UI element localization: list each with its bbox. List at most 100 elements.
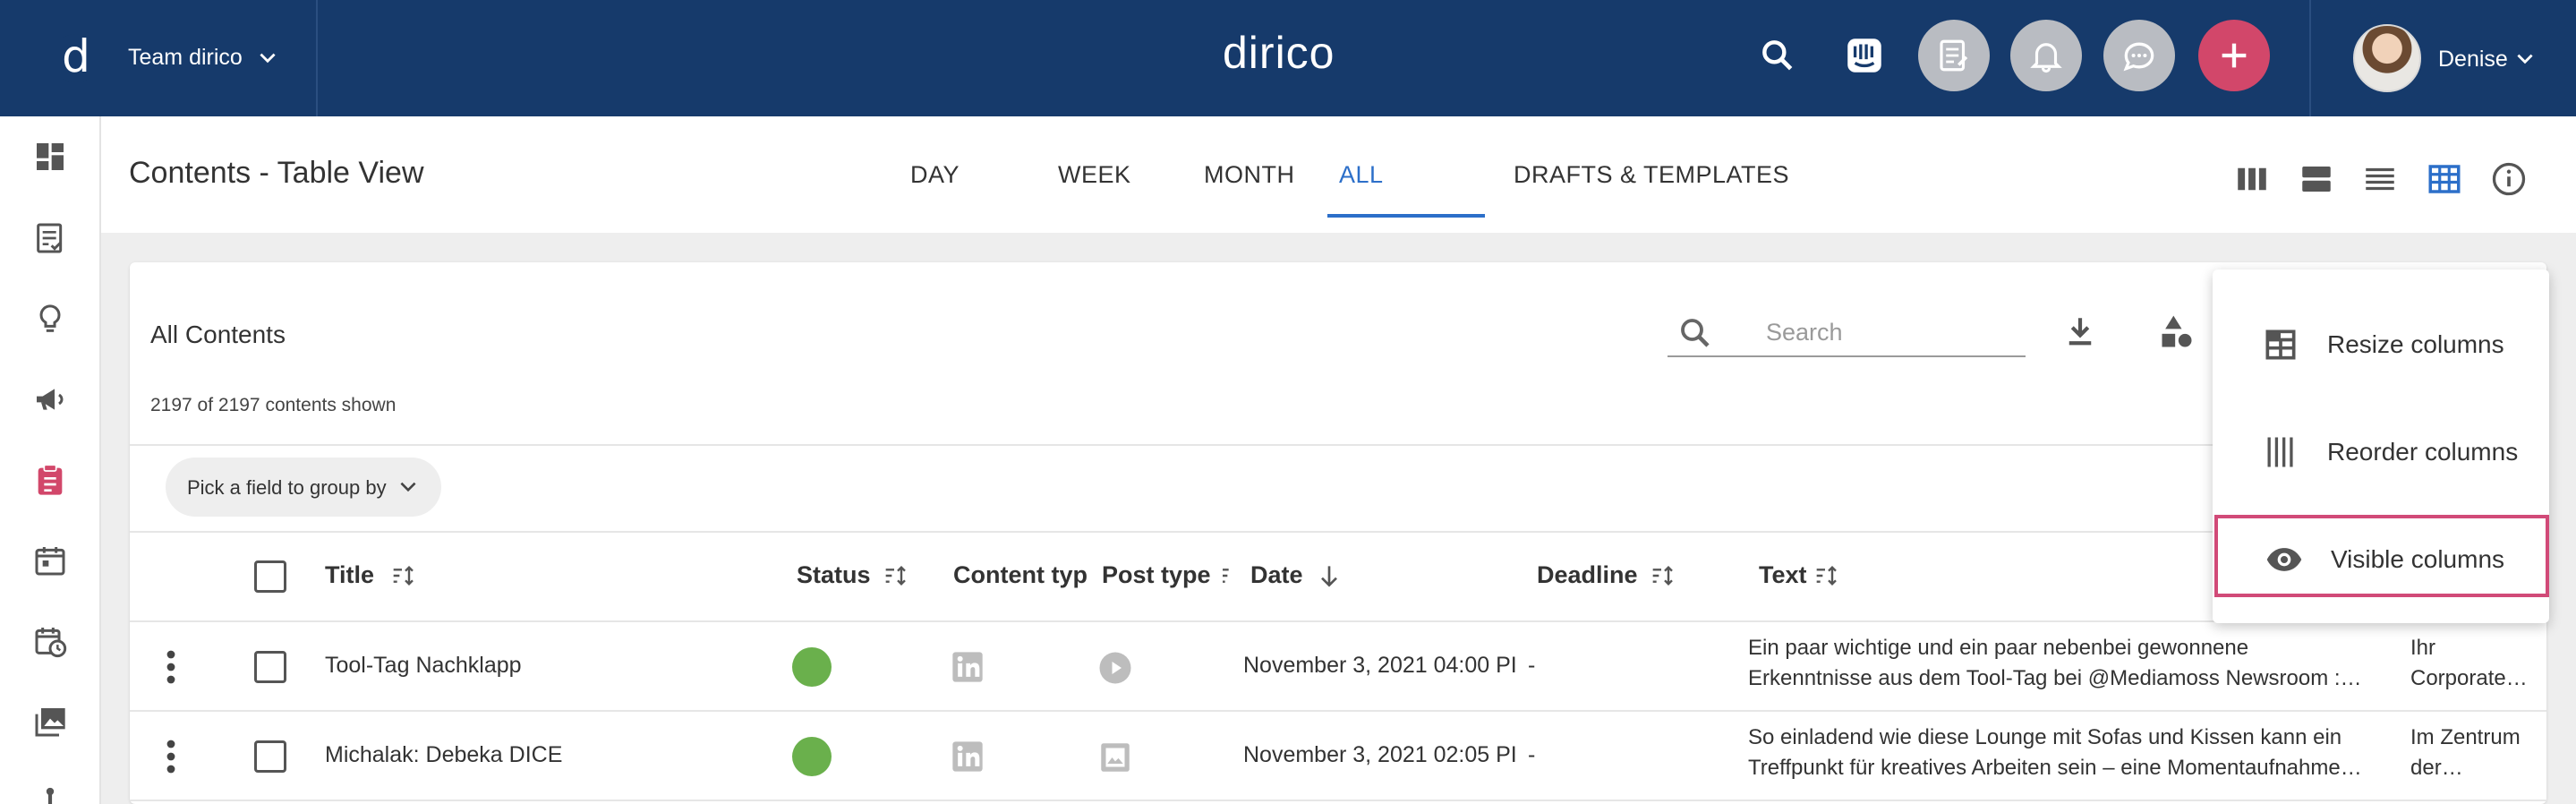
row-extra-line: der… [2410,756,2463,780]
column-options-menu: Resize columns Reorder columns Visible c… [2213,269,2549,623]
search-icon [1762,40,1793,71]
contents-count: 2197 of 2197 contents shown [150,395,397,415]
sidebar-item-calendar[interactable] [29,539,72,582]
column-view-button[interactable] [2232,159,2272,199]
notes-button[interactable] [1918,20,1990,91]
column-header-content-type[interactable]: Content typ [953,561,1088,589]
column-header-deadline[interactable]: Deadline [1537,561,1638,589]
menu-item-resize-columns[interactable]: Resize columns [2213,296,2549,386]
linkedin-icon [952,741,983,772]
divider [130,710,2546,712]
eye-icon [2266,548,2302,571]
tab-drafts-templates[interactable]: DRAFTS & TEMPLATES [1514,161,1789,189]
row-date: November 3, 2021 02:05 PI [1243,742,1517,767]
avatar[interactable] [2353,24,2421,92]
sidebar-item-tasks[interactable] [29,458,72,501]
plus-icon [2222,43,2247,68]
intercom-button[interactable] [1829,20,1900,91]
list-view-button[interactable] [2360,159,2400,199]
user-name[interactable]: Denise [2438,47,2508,73]
table-view-button[interactable] [2425,159,2464,199]
intercom-icon [1847,38,1881,73]
tab-day[interactable]: DAY [910,161,960,189]
sidebar-item-ideas[interactable] [29,297,72,340]
column-header-text[interactable]: Text [1759,561,1807,589]
row-title[interactable]: Tool-Tag Nachklapp [325,653,522,679]
lightbulb-icon [39,304,61,332]
sort-icon[interactable] [389,561,422,590]
clipboard-icon [38,464,63,495]
content-types-button[interactable] [2154,310,2199,355]
logo: d [52,34,100,82]
chat-button[interactable] [2103,20,2175,91]
arrow-down-icon[interactable] [1313,561,1345,590]
team-name: Team dirico [128,45,243,70]
add-content-button[interactable] [2198,20,2270,91]
row-title[interactable]: Michalak: Debeka DICE [325,742,562,768]
sidebar-item-more[interactable] [29,770,72,804]
menu-item-label: Visible columns [2331,545,2505,573]
column-header-post-type[interactable]: Post type [1102,561,1211,589]
more-icon [46,787,55,804]
more-vert-icon[interactable] [166,649,176,685]
megaphone-icon [37,389,64,410]
more-vert-icon[interactable] [166,739,176,774]
notes-icon [1940,39,1968,72]
topbar-divider [2309,0,2311,116]
search-field[interactable] [1668,309,2026,357]
group-by-select[interactable]: Pick a field to group by [166,458,441,517]
row-checkbox[interactable] [254,740,286,773]
sort-icon[interactable] [1813,561,1845,590]
sort-icon[interactable] [1220,561,1233,590]
list-view-icon [2366,167,2394,191]
row-text-line: Erkenntnisse aus dem Tool-Tag bei @Media… [1748,666,2362,690]
shapes-icon [2162,315,2192,347]
checklist-icon [37,223,63,253]
menu-item-visible-columns[interactable]: Visible columns [2214,515,2549,597]
group-by-label: Pick a field to group by [187,476,387,499]
divider [130,531,2546,533]
chevron-down-icon[interactable] [2513,47,2537,71]
status-indicator [792,647,832,687]
active-tab-indicator [1327,214,1485,218]
download-icon [2068,318,2092,346]
team-switcher[interactable]: d Team dirico [0,0,318,116]
image-icon [1101,743,1130,772]
row-checkbox[interactable] [254,651,286,683]
export-button[interactable] [2058,310,2103,355]
video-icon [1099,652,1131,684]
calendar-icon [35,547,65,576]
search-input[interactable] [1766,314,2017,350]
search-button[interactable] [1742,20,1813,91]
info-icon [2492,162,2526,196]
page-title: Contents - Table View [129,156,424,190]
sidebar-item-campaigns[interactable] [29,378,72,421]
sort-icon[interactable] [882,561,914,590]
tab-month[interactable]: MONTH [1204,161,1294,189]
sidebar-item-schedule[interactable] [29,620,72,663]
column-header-title[interactable]: Title [325,561,374,589]
contents-table-card: All Contents 2197 of 2197 contents shown… [130,262,2546,804]
row-deadline: - [1528,653,1536,678]
row-extra-line: Ihr [2410,636,2436,660]
menu-item-reorder-columns[interactable]: Reorder columns [2213,404,2549,493]
tab-week[interactable]: WEEK [1058,161,1131,189]
info-button[interactable] [2489,159,2529,199]
columns-view-icon [2238,167,2266,191]
sidebar-item-media[interactable] [29,700,72,743]
column-header-date[interactable]: Date [1250,561,1303,589]
card-view-button[interactable] [2297,159,2336,199]
select-all-checkbox[interactable] [254,560,286,593]
sidebar-item-dashboard[interactable] [29,135,72,178]
sort-icon[interactable] [1649,561,1681,590]
sidebar-item-contents[interactable] [29,217,72,260]
row-text-line: Treffpunkt für kreatives Arbeiten sein –… [1748,756,2362,780]
chevron-down-icon [400,482,416,492]
divider [130,620,2546,622]
row-extra-line: Corporate… [2410,666,2528,690]
row-deadline: - [1528,742,1536,767]
search-icon [1681,319,1710,347]
notifications-button[interactable] [2010,20,2082,91]
tab-all[interactable]: ALL [1339,161,1384,189]
column-header-status[interactable]: Status [797,561,871,589]
